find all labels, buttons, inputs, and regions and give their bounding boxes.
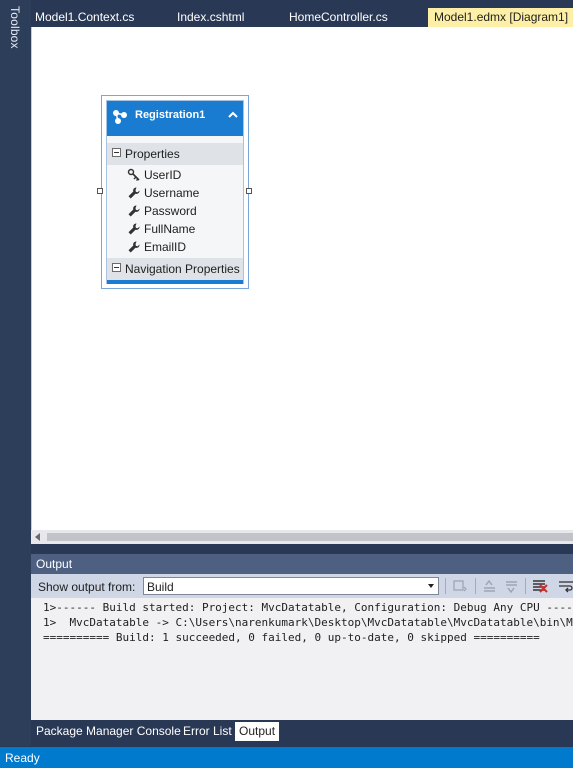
output-line: ========== Build: 1 succeeded, 0 failed,…	[43, 631, 540, 644]
tab-output[interactable]: Output	[235, 722, 280, 741]
property-label: EmailID	[144, 240, 187, 254]
wrench-property-icon	[128, 205, 140, 217]
resize-handle-right[interactable]	[246, 188, 252, 194]
output-line: 1>------ Build started: Project: MvcData…	[43, 601, 573, 614]
tab-model1-context[interactable]: Model1.Context.cs	[35, 8, 134, 27]
collapse-properties-icon[interactable]	[112, 148, 121, 157]
tab-homecontroller[interactable]: HomeController.cs	[289, 8, 388, 27]
output-source-select[interactable]: Build	[143, 577, 439, 595]
output-line: 1> MvcDatatable -> C:\Users\narenkumark\…	[43, 616, 573, 629]
output-title-label: Output	[36, 557, 73, 571]
tab-index-cshtml[interactable]: Index.cshtml	[177, 8, 244, 27]
tab-error-list[interactable]: Error List	[183, 722, 232, 741]
show-output-from-label: Show output from:	[38, 580, 136, 594]
scroll-left-icon[interactable]	[35, 533, 40, 541]
property-label: Password	[144, 204, 197, 218]
property-fullname[interactable]: FullName	[127, 220, 241, 238]
next-message-icon[interactable]	[503, 578, 521, 594]
properties-label: Properties	[125, 147, 180, 161]
output-text-area[interactable]: 1>------ Build started: Project: MvcData…	[31, 598, 573, 720]
chevron-down-icon[interactable]	[428, 584, 434, 588]
collapse-navigation-icon[interactable]	[112, 263, 121, 272]
tab-model1-edmx[interactable]: Model1.edmx [Diagram1]	[428, 8, 573, 27]
resize-handle-left[interactable]	[97, 188, 103, 194]
toolbar-separator	[475, 578, 476, 594]
navigation-properties-label: Navigation Properties	[125, 262, 240, 276]
output-pane-title[interactable]: Output	[31, 554, 573, 574]
toolbar-separator	[525, 578, 526, 594]
entity-shape[interactable]: Registration1 Properties UserID Username…	[106, 100, 244, 284]
property-emailid[interactable]: EmailID	[127, 238, 241, 256]
toolbar-separator	[445, 578, 446, 594]
properties-section-header[interactable]: Properties	[107, 143, 243, 165]
entity-type-icon	[113, 110, 127, 124]
property-label: Username	[144, 186, 200, 200]
clear-all-icon[interactable]	[531, 578, 549, 594]
property-username[interactable]: Username	[127, 184, 241, 202]
find-message-in-code-icon[interactable]	[451, 578, 469, 594]
entity-name: Registration1	[135, 109, 206, 121]
toolbox-label[interactable]: Toolbox	[8, 6, 22, 49]
wrench-property-icon	[128, 187, 140, 199]
tab-package-manager-console[interactable]: Package Manager Console	[36, 722, 181, 741]
tool-window-tab-bar: Package Manager Console Error List Outpu…	[31, 720, 573, 742]
previous-message-icon[interactable]	[481, 578, 499, 594]
wrench-property-icon	[128, 223, 140, 235]
status-text: Ready	[5, 751, 40, 765]
property-password[interactable]: Password	[127, 202, 241, 220]
entity-header[interactable]: Registration1	[107, 101, 243, 136]
key-property-icon	[127, 168, 140, 181]
property-label: UserID	[144, 168, 182, 182]
wrench-property-icon	[128, 241, 140, 253]
edmx-designer-canvas[interactable]: Registration1 Properties UserID Username…	[31, 27, 573, 530]
entity-footer-bar	[107, 280, 243, 284]
output-toolbar: Show output from: Build	[31, 574, 573, 598]
toolbox-strip[interactable]: Toolbox	[0, 0, 31, 746]
property-userid[interactable]: UserID	[127, 166, 241, 184]
designer-horizontal-scrollbar[interactable]	[31, 530, 573, 544]
word-wrap-icon[interactable]	[557, 578, 573, 594]
scroll-thumb[interactable]	[47, 533, 573, 541]
entity-shape-selection[interactable]: Registration1 Properties UserID Username…	[101, 95, 249, 289]
document-tab-bar: Model1.Context.cs Index.cshtml HomeContr…	[31, 8, 573, 27]
output-source-value: Build	[147, 580, 174, 594]
status-bar: Ready	[0, 747, 573, 768]
chevron-up-icon[interactable]	[227, 110, 239, 120]
navigation-properties-section-header[interactable]: Navigation Properties	[107, 258, 243, 280]
property-label: FullName	[144, 222, 196, 236]
